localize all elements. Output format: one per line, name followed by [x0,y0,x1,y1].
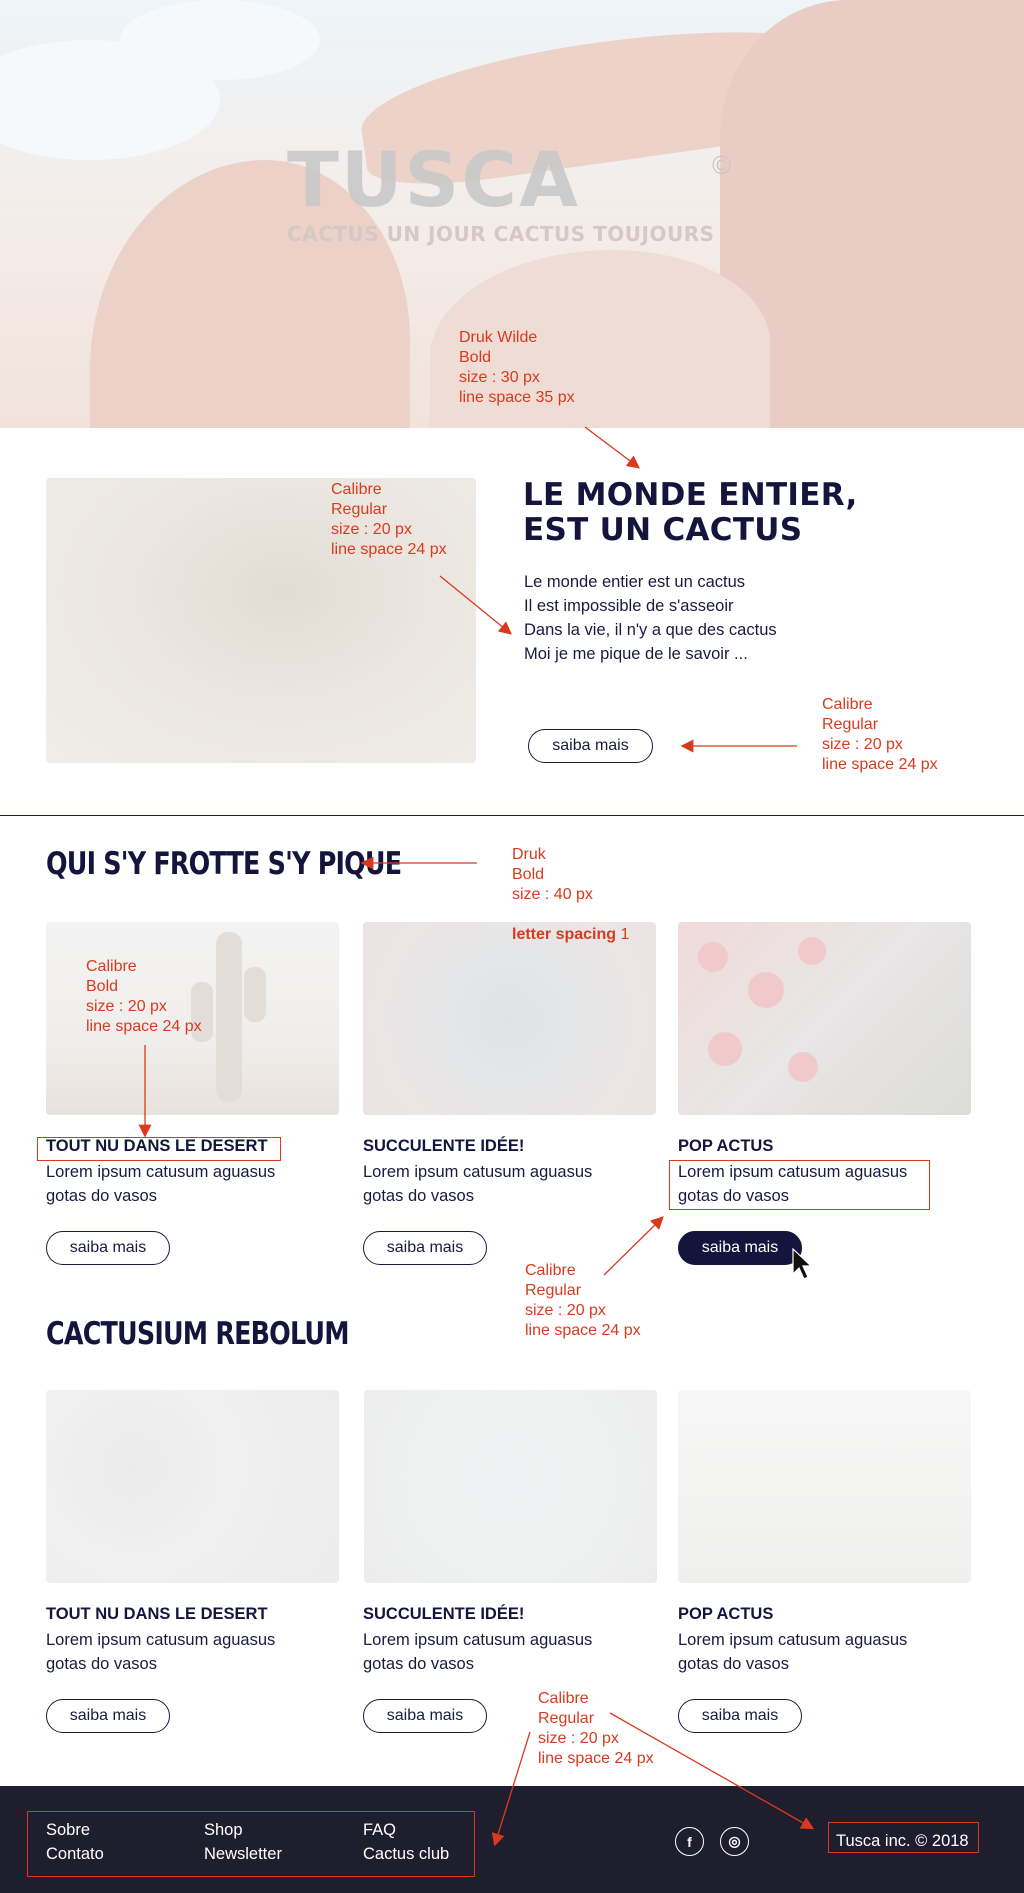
annotation-s2-title-font: Druk Bold size : 40 px letter spacing 1 [512,825,629,945]
hero-tagline: CACTUS UN JOUR CACTUS TOUJOURS [287,222,715,246]
card-saiba-mais-button[interactable]: saiba mais [363,1231,487,1265]
card-saiba-mais-button[interactable]: saiba mais [678,1699,802,1733]
section1-saiba-mais-button[interactable]: saiba mais [528,729,653,763]
section2-title: QUI S'Y FROTTE S'Y PIQUE [46,846,402,882]
facebook-icon[interactable]: f [675,1827,704,1856]
section1-body-line: Dans la vie, il n'y a que des cactus [524,621,777,639]
card-description: Lorem ipsum catusum aguasus gotas do vas… [46,1631,276,1673]
card-image-agave [364,1390,657,1583]
card-title: POP ACTUS [678,1605,774,1623]
card-title: POP ACTUS [678,1137,774,1155]
card-description: Lorem ipsum catusum aguasus gotas do vas… [46,1163,276,1205]
annotation-hero-font: Druk Wilde Bold size : 30 px line space … [459,329,575,406]
card-description: Lorem ipsum catusum aguasus gotas do vas… [363,1631,593,1673]
instagram-icon[interactable]: ◎ [720,1827,749,1856]
highlight-box-footer-copyright [828,1822,979,1853]
annotation-letter-spacing-label: letter spacing [512,926,617,943]
section1-body-line: Le monde entier est un cactus [524,573,746,591]
card-saiba-mais-button[interactable]: saiba mais [46,1699,170,1733]
card-image-landscape [678,1390,971,1583]
section3-title: CACTUSIUM REBOLUM [46,1316,350,1352]
card-saiba-mais-button[interactable]: saiba mais [46,1231,170,1265]
section1-body-line: Il est impossible de s'asseoir [524,597,734,615]
annotation-card-desc-font: Calibre Regular size : 20 px line space … [525,1262,641,1339]
card-title: SUCCULENTE IDÉE! [363,1137,525,1155]
annotation-card-title-font: Calibre Bold size : 20 px line space 24 … [86,958,202,1035]
highlight-box-card-title [37,1137,281,1161]
card-title: TOUT NU DANS LE DESERT [46,1605,268,1623]
section1-body: Le monde entier est un cactus Il est imp… [524,570,864,666]
section1-title-line2: EST UN CACTUS [523,512,803,548]
section1-body-line: Moi je me pique de le savoir ... [524,645,748,663]
section1-title: LE MONDE ENTIER, EST UN CACTUS [523,478,963,548]
hero-copyright-mark: © [712,150,732,180]
annotation-s2-title-font-text: Druk Bold size : 40 px [512,846,593,903]
card-image-succulent [363,922,656,1115]
cloud-shape [120,0,320,80]
annotation-letter-spacing-value: 1 [616,926,630,943]
hero-logo: TUSCA [287,135,580,224]
card-saiba-mais-button[interactable]: saiba mais [363,1699,487,1733]
arrow-hero [584,426,641,469]
section1-title-line1: LE MONDE ENTIER, [523,477,858,513]
annotation-s1-button-font: Calibre Regular size : 20 px line space … [822,696,938,773]
card-description: Lorem ipsum catusum aguasus gotas do vas… [678,1631,908,1673]
card-title: SUCCULENTE IDÉE! [363,1605,525,1623]
annotation-footer-font: Calibre Regular size : 20 px line space … [538,1690,654,1767]
section-divider [0,815,1024,816]
card-image-pop [678,922,971,1115]
card-image-rosettes [46,1390,339,1583]
card-saiba-mais-button-hover[interactable]: saiba mais [678,1231,802,1265]
highlight-box-card-desc [669,1160,930,1210]
annotation-s1-body-font: Calibre Regular size : 20 px line space … [331,481,447,558]
card-description: Lorem ipsum catusum aguasus gotas do vas… [363,1163,593,1205]
highlight-box-footer-links [27,1811,475,1877]
